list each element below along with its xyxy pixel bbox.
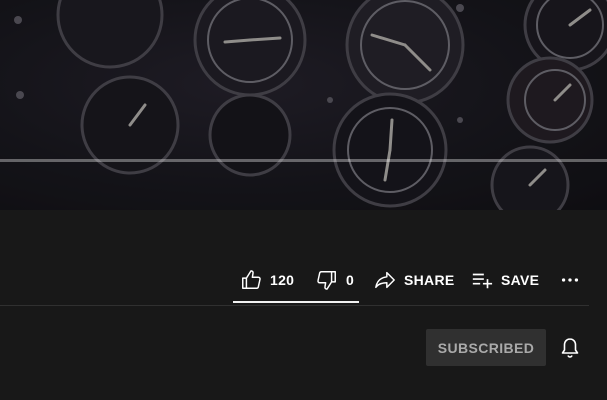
bell-icon (561, 338, 579, 358)
playlist-add-icon (472, 273, 493, 289)
like-ratio-bar (233, 301, 359, 303)
thumbs-down-icon (317, 271, 336, 290)
subscribed-button[interactable]: SUBSCRIBED (426, 329, 546, 366)
video-progress-bar[interactable] (0, 159, 607, 162)
dislike-button[interactable]: 0 (316, 262, 354, 298)
more-actions-button[interactable] (559, 262, 581, 298)
share-label: SHARE (404, 272, 455, 288)
video-player[interactable] (0, 0, 607, 210)
share-button[interactable]: SHARE (374, 262, 455, 298)
save-button[interactable]: SAVE (471, 262, 539, 298)
section-divider (0, 305, 589, 306)
like-button[interactable]: 120 (240, 262, 294, 298)
notification-bell-button[interactable] (558, 336, 582, 360)
video-actions-row: 120 0 SHARE SAVE (0, 262, 607, 302)
save-label: SAVE (501, 272, 540, 288)
like-count: 120 (270, 272, 295, 288)
cockpit-gauges-image (0, 0, 607, 210)
share-arrow-icon (375, 271, 395, 289)
dislike-count: 0 (346, 272, 355, 288)
thumbs-up-icon (242, 270, 261, 289)
more-horiz-icon (561, 278, 579, 282)
subscribed-label: SUBSCRIBED (437, 339, 535, 356)
